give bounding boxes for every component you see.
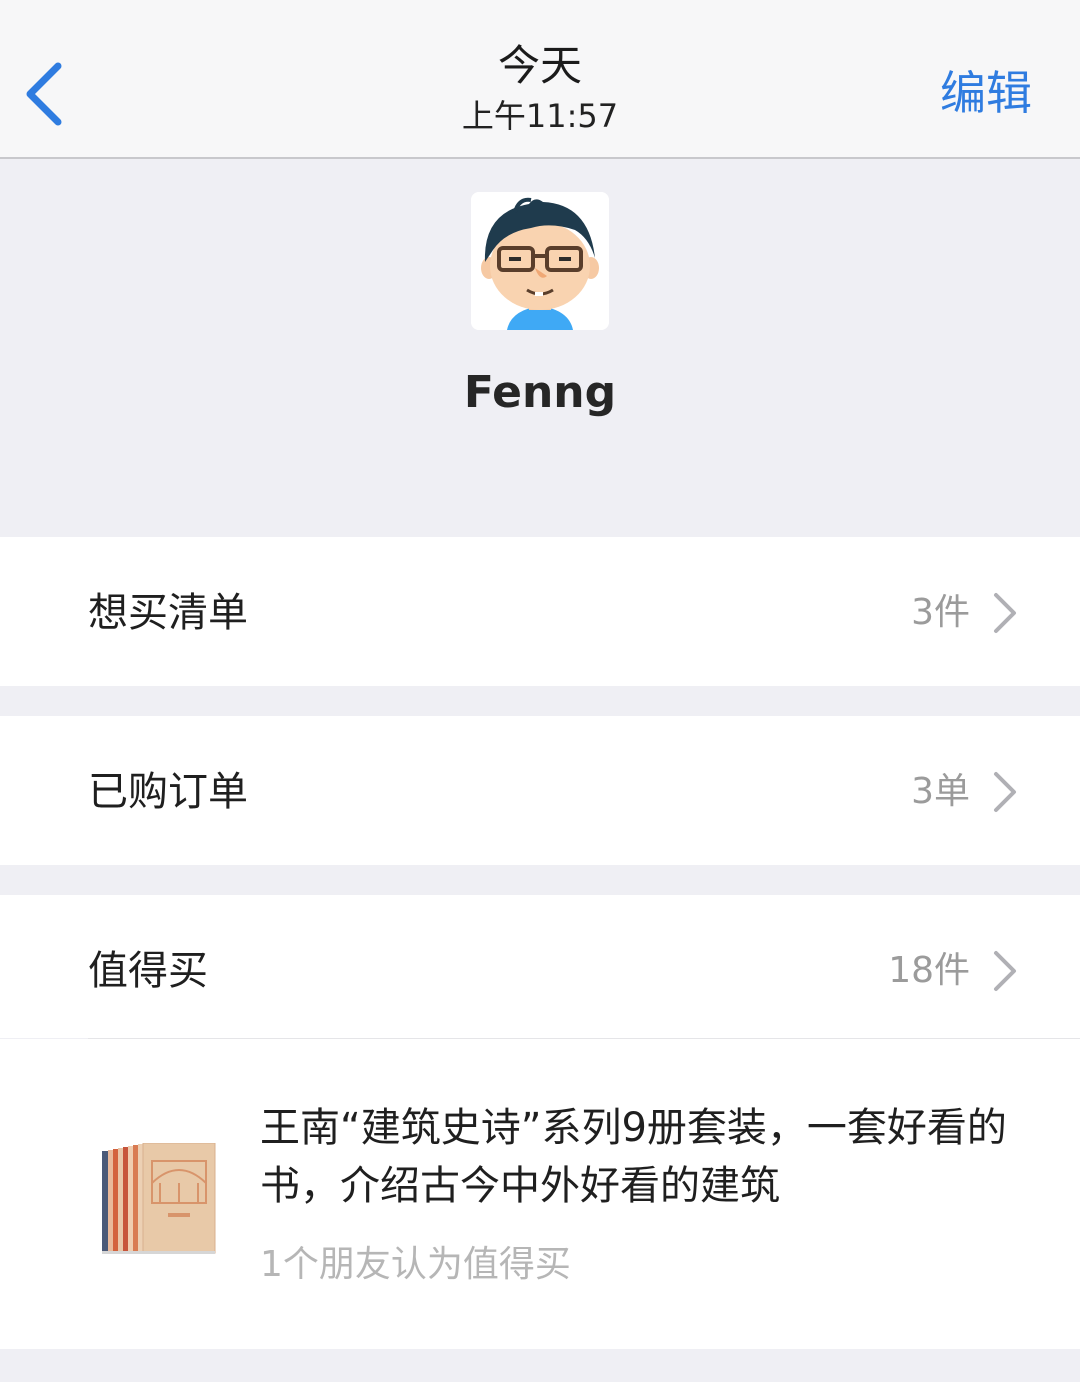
list-divider <box>88 1038 1080 1039</box>
chevron-left-icon <box>26 62 62 126</box>
back-button[interactable] <box>20 58 80 130</box>
product-list-item[interactable]: 王南“建筑史诗”系列9册套装，一套好看的书，介绍古今中外好看的建筑 1个朋友认为… <box>0 1039 1080 1349</box>
product-thumbnail <box>100 1142 218 1255</box>
row-count: 3件 <box>911 592 970 633</box>
product-title: 王南“建筑史诗”系列9册套装，一套好看的书，介绍古今中外好看的建筑 <box>260 1105 1007 1209</box>
nav-title-group: 今天 上午11:57 <box>340 38 740 138</box>
product-recommendation-count: 1个朋友认为值得买 <box>260 1244 571 1285</box>
edit-button[interactable]: 编辑 <box>940 62 1032 124</box>
row-wishlist[interactable]: 想买清单 3件 <box>0 537 1080 686</box>
book-set-icon <box>102 1142 216 1254</box>
profile-header: Fenng <box>0 159 1080 537</box>
cartoon-avatar-icon <box>471 192 609 330</box>
avatar[interactable] <box>471 192 609 330</box>
username: Fenng <box>463 367 617 418</box>
row-count: 3单 <box>911 771 970 812</box>
chevron-right-icon <box>994 951 1016 991</box>
row-label: 已购订单 <box>88 769 248 815</box>
row-count: 18件 <box>888 950 970 991</box>
nav-title: 今天 <box>497 41 582 90</box>
row-worth-buying[interactable]: 值得买 18件 <box>0 895 1080 1038</box>
chevron-right-icon <box>994 593 1016 633</box>
row-label: 想买清单 <box>88 590 248 636</box>
chevron-right-icon <box>994 772 1016 812</box>
row-orders[interactable]: 已购订单 3单 <box>0 716 1080 865</box>
navigation-bar: 今天 上午11:57 编辑 <box>0 0 1080 159</box>
row-label: 值得买 <box>88 948 208 994</box>
nav-subtitle-time: 上午11:57 <box>461 97 619 135</box>
